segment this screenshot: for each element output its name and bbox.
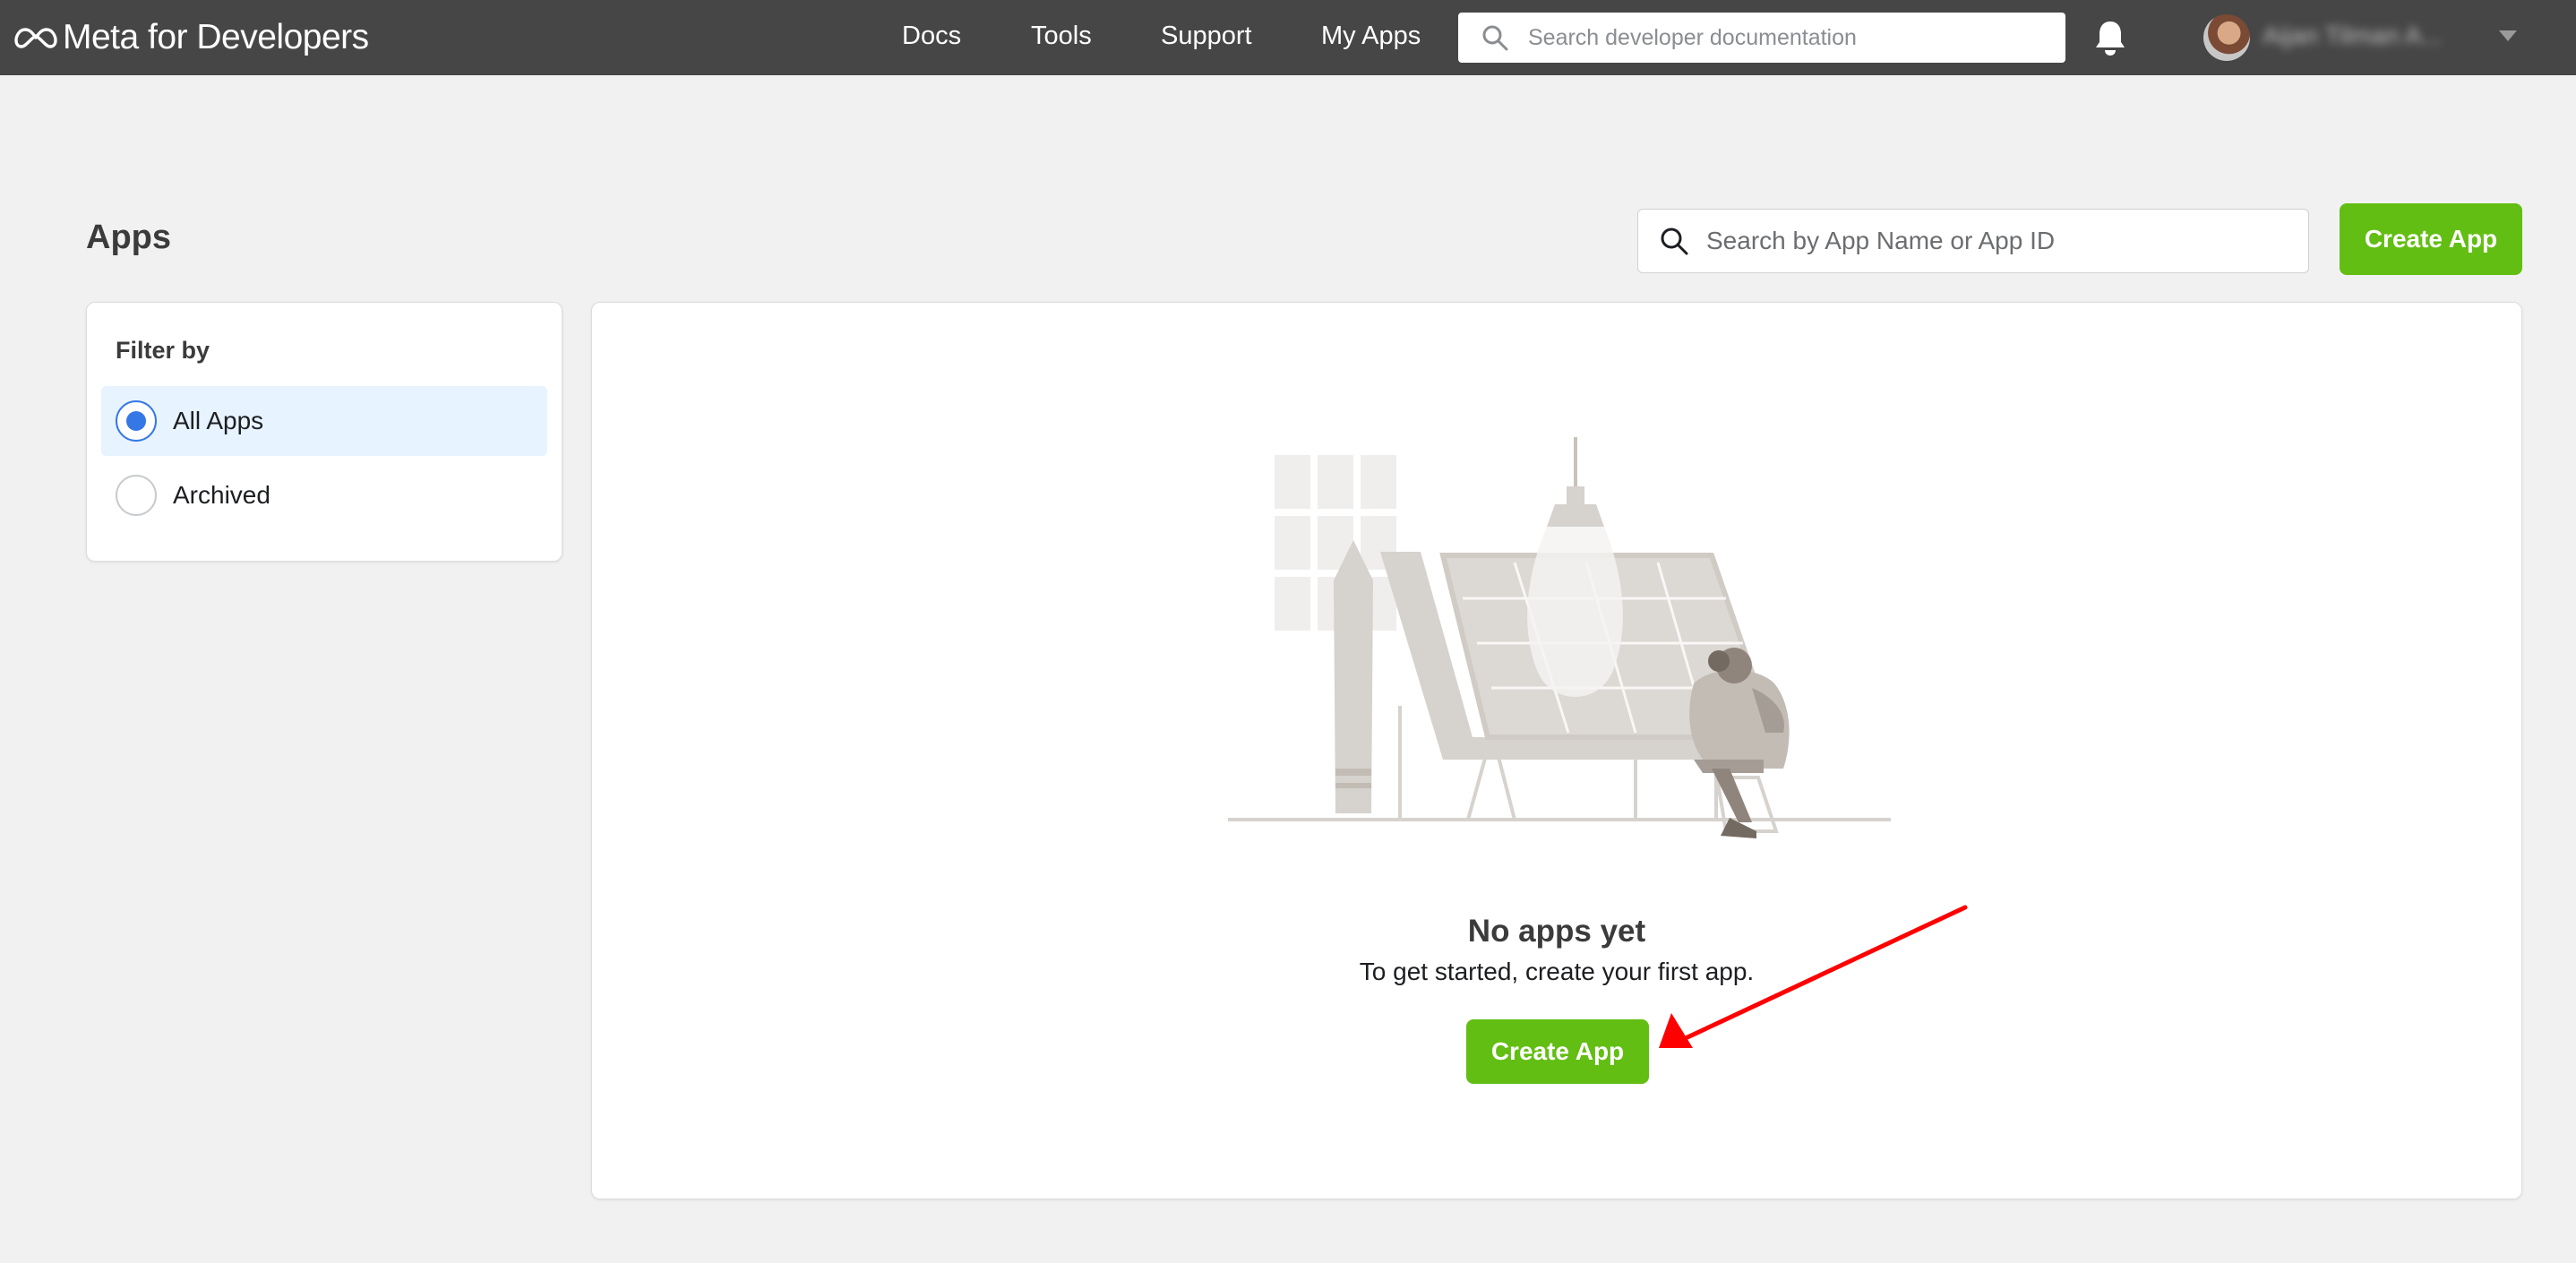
radio-all-apps[interactable] (116, 400, 157, 442)
chevron-down-icon[interactable] (2499, 30, 2517, 41)
nav-docs[interactable]: Docs (902, 21, 961, 51)
nav-my-apps[interactable]: My Apps (1321, 21, 1421, 51)
empty-state-illustration (1228, 437, 1891, 838)
top-navigation-bar: Meta for Developers Docs Tools Support M… (0, 0, 2576, 75)
user-name[interactable]: Aijan Tilman A... (2263, 21, 2477, 54)
docs-search-input[interactable] (1528, 24, 2030, 51)
apps-list-panel: No apps yet To get started, create your … (591, 302, 2522, 1199)
app-search-box[interactable] (1637, 209, 2309, 273)
filter-panel: Filter by All Apps Archived (86, 302, 562, 562)
bell-icon[interactable] (2091, 18, 2130, 57)
nav-support[interactable]: Support (1161, 21, 1252, 51)
empty-state-subtitle: To get started, create your first app. (1359, 958, 1755, 985)
filter-option-label: All Apps (173, 407, 264, 434)
search-icon (1661, 228, 1688, 255)
user-avatar[interactable] (2203, 14, 2250, 61)
filter-option-all-apps[interactable]: All Apps (101, 386, 547, 456)
search-icon (1482, 25, 1508, 51)
filter-title: Filter by (116, 337, 210, 364)
filter-option-label: Archived (173, 481, 270, 509)
create-first-app-button[interactable]: Create App (1466, 1019, 1649, 1084)
app-search-input[interactable] (1706, 227, 2280, 255)
create-app-button[interactable]: Create App (2340, 203, 2522, 275)
page-title: Apps (86, 219, 171, 256)
nav-tools[interactable]: Tools (1031, 21, 1092, 51)
empty-state-title: No apps yet (1467, 914, 1646, 949)
brand-name: Meta for Developers (63, 18, 369, 56)
brand-logo[interactable]: Meta for Developers (14, 16, 369, 59)
meta-logo-icon (14, 28, 57, 48)
radio-archived[interactable] (116, 475, 157, 516)
filter-option-archived[interactable]: Archived (101, 460, 547, 530)
docs-search-box[interactable] (1458, 13, 2065, 63)
